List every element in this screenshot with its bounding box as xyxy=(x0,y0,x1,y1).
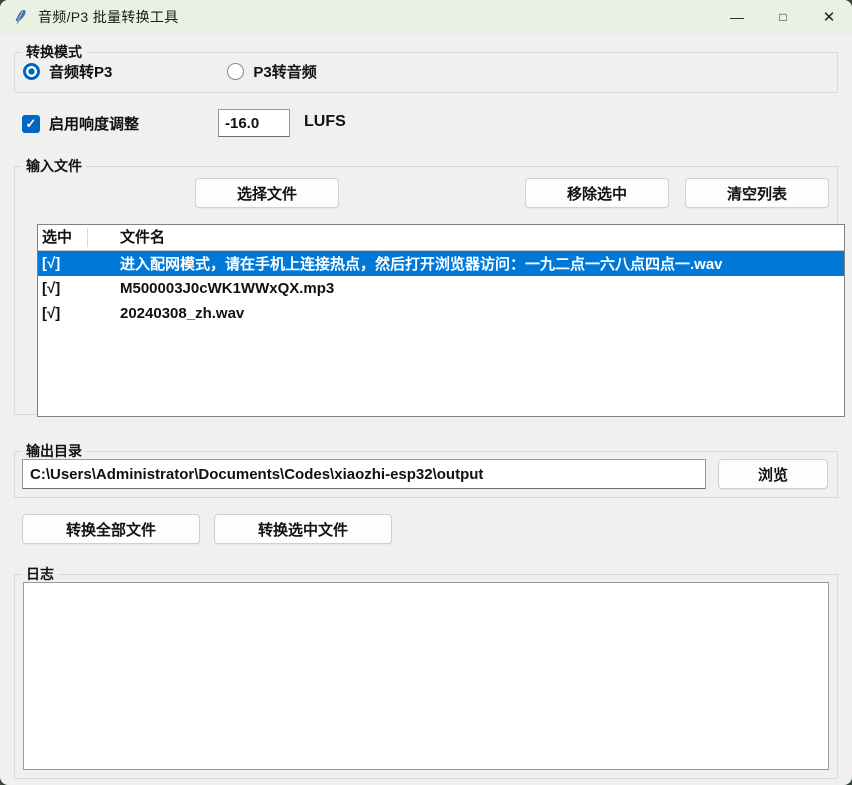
lufs-value-input[interactable] xyxy=(218,109,290,137)
loudness-checkbox-label: 启用响度调整 xyxy=(49,113,139,134)
browse-button[interactable]: 浏览 xyxy=(718,459,828,489)
convert-all-button[interactable]: 转换全部文件 xyxy=(22,514,200,544)
radio-audio-to-p3[interactable]: 音频转P3 xyxy=(23,61,112,82)
row-filename[interactable]: 进入配网模式，请在手机上连接热点，然后打开浏览器访问：一九二点一六八点四点一.w… xyxy=(87,253,844,274)
row-check-mark[interactable]: [√] xyxy=(38,255,87,272)
mode-radio-group: 音频转P3 P3转音频 xyxy=(23,61,383,82)
app-window: 音频/P3 批量转换工具 — □ ✕ 转换模式 音频转P3 P3转音频 ✓ 启用… xyxy=(0,0,852,785)
window-controls: — □ ✕ xyxy=(714,0,852,34)
table-row[interactable]: [√] 20240308_zh.wav xyxy=(38,301,844,326)
select-files-button[interactable]: 选择文件 xyxy=(195,178,339,208)
input-files-frame: 输入文件 选择文件 移除选中 清空列表 选中 文件名 [√] 进入配网模式，请在… xyxy=(14,166,838,415)
checkbox-checked-icon[interactable]: ✓ xyxy=(22,115,40,133)
radio-label: 音频转P3 xyxy=(49,61,112,82)
log-frame: 日志 xyxy=(14,574,838,779)
mode-frame-label: 转换模式 xyxy=(22,43,86,61)
column-header-checked[interactable]: 选中 xyxy=(38,225,87,250)
minimize-icon: — xyxy=(730,9,744,25)
log-frame-label: 日志 xyxy=(22,565,58,583)
row-filename[interactable]: M500003J0cWK1WWxQX.mp3 xyxy=(87,280,844,297)
close-icon: ✕ xyxy=(823,8,836,26)
lufs-unit-label: LUFS xyxy=(304,113,346,131)
title-bar[interactable]: 音频/P3 批量转换工具 — □ ✕ xyxy=(0,0,852,34)
output-dir-frame-label: 输出目录 xyxy=(22,442,86,460)
window-title: 音频/P3 批量转换工具 xyxy=(38,7,179,27)
mode-frame: 转换模式 音频转P3 P3转音频 xyxy=(14,52,838,93)
convert-selected-button[interactable]: 转换选中文件 xyxy=(214,514,392,544)
file-table-header: 选中 文件名 xyxy=(38,225,844,251)
log-textarea[interactable] xyxy=(23,582,829,770)
remove-selected-button[interactable]: 移除选中 xyxy=(525,178,669,208)
radio-p3-to-audio[interactable]: P3转音频 xyxy=(227,61,316,82)
file-list-table[interactable]: 选中 文件名 [√] 进入配网模式，请在手机上连接热点，然后打开浏览器访问：一九… xyxy=(37,224,845,417)
close-button[interactable]: ✕ xyxy=(806,0,852,34)
column-divider[interactable] xyxy=(87,228,88,247)
radio-label: P3转音频 xyxy=(253,61,316,82)
column-header-filename[interactable]: 文件名 xyxy=(87,225,844,250)
clear-list-button[interactable]: 清空列表 xyxy=(685,178,829,208)
row-filename[interactable]: 20240308_zh.wav xyxy=(87,305,844,322)
row-check-mark[interactable]: [√] xyxy=(38,305,87,322)
loudness-checkbox-row[interactable]: ✓ 启用响度调整 xyxy=(22,110,139,137)
maximize-button[interactable]: □ xyxy=(760,0,806,34)
maximize-icon: □ xyxy=(779,10,786,24)
input-files-frame-label: 输入文件 xyxy=(22,157,86,175)
table-row[interactable]: [√] M500003J0cWK1WWxQX.mp3 xyxy=(38,276,844,301)
radio-unselected-icon xyxy=(227,63,244,80)
minimize-button[interactable]: — xyxy=(714,0,760,34)
table-row[interactable]: [√] 进入配网模式，请在手机上连接热点，然后打开浏览器访问：一九二点一六八点四… xyxy=(38,251,844,276)
row-check-mark[interactable]: [√] xyxy=(38,280,87,297)
output-path-input[interactable] xyxy=(22,459,706,489)
python-feather-icon xyxy=(12,9,28,25)
radio-selected-icon xyxy=(23,63,40,80)
